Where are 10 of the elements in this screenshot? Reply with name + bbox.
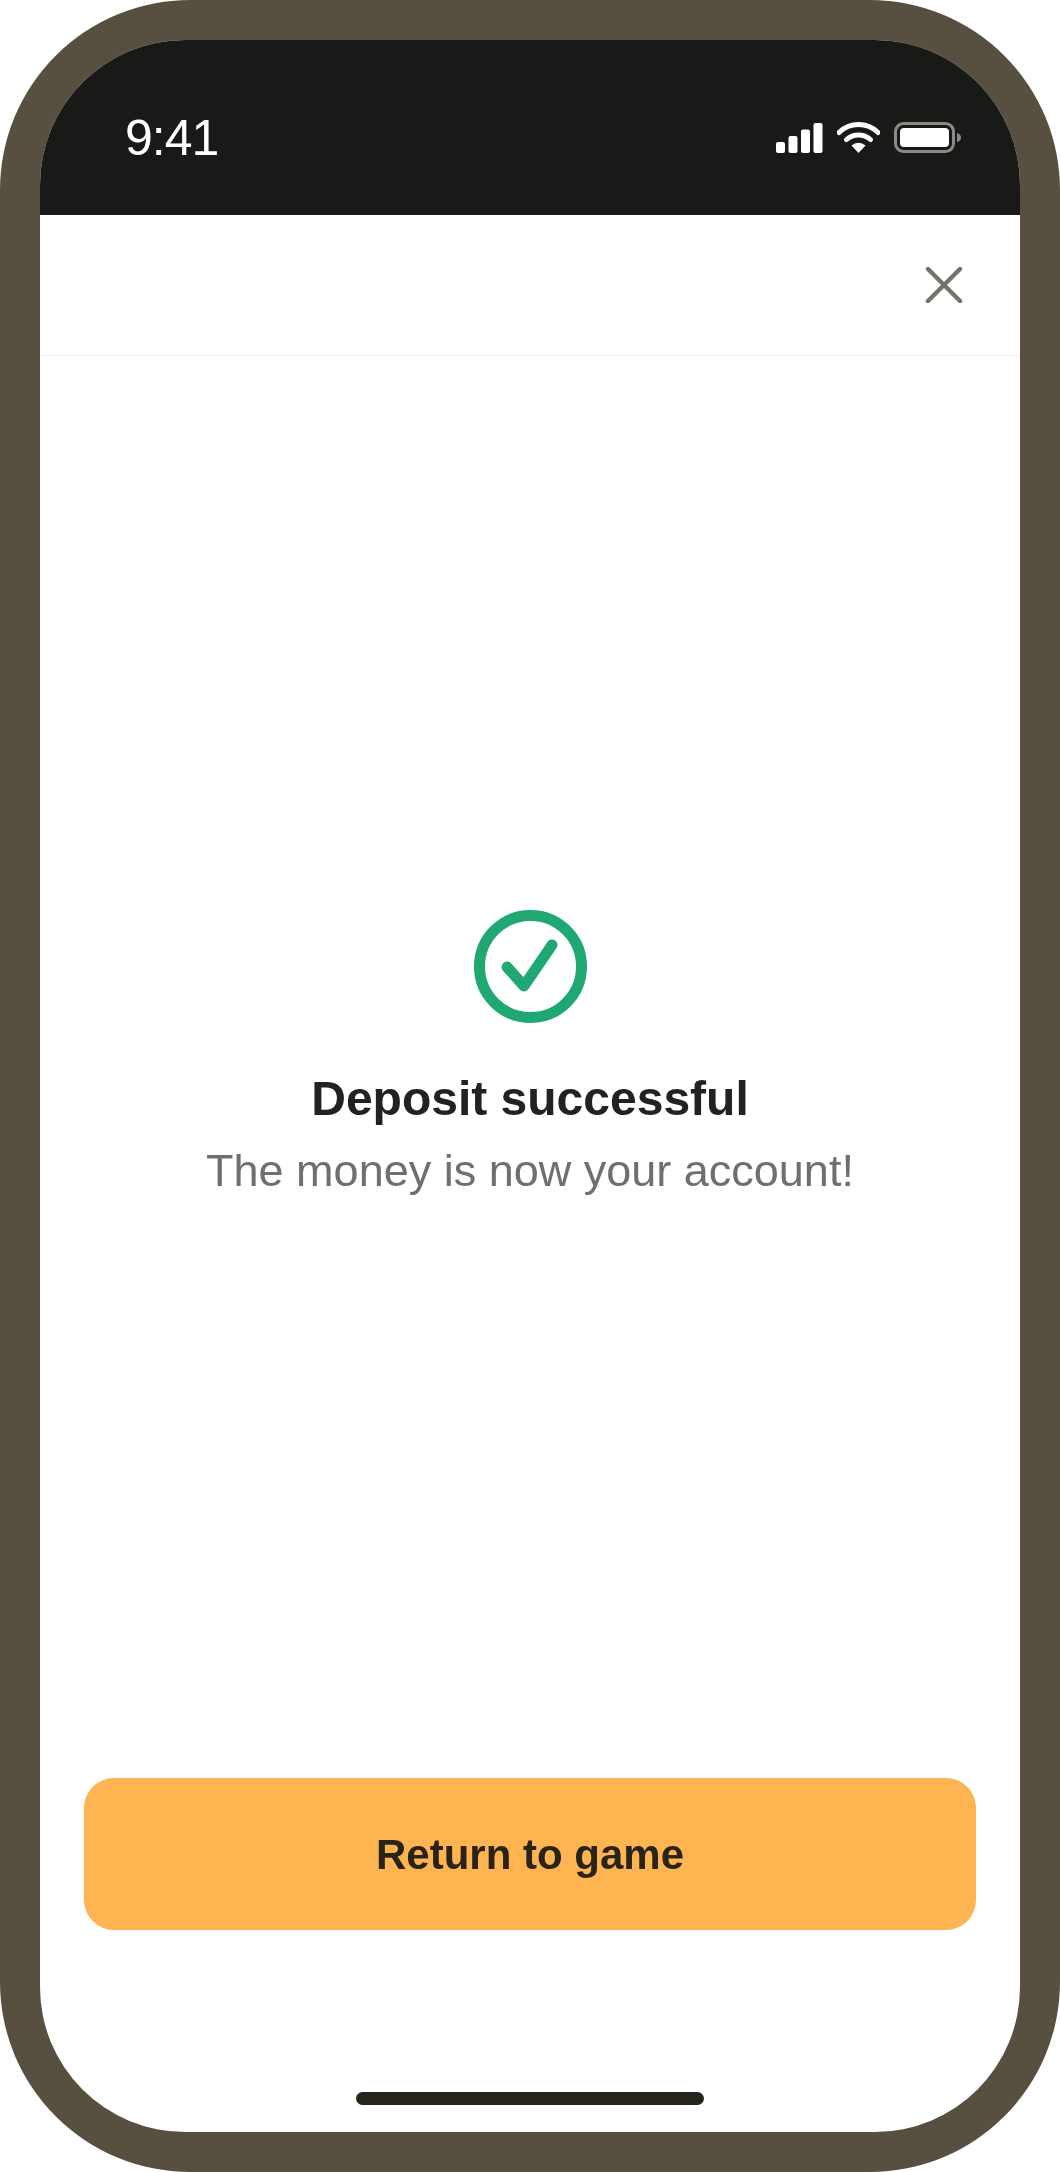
success-title: Deposit successful	[311, 1075, 749, 1123]
close-icon	[925, 267, 963, 303]
success-message: The money is now your account!	[206, 1148, 854, 1193]
status-time: 9:41	[125, 112, 219, 163]
battery-icon	[894, 122, 961, 153]
close-button[interactable]	[923, 264, 965, 306]
success-check-icon	[473, 910, 587, 1023]
wifi-icon	[837, 122, 880, 153]
signal-icon	[776, 122, 823, 153]
return-button[interactable]: Return to game	[84, 1778, 976, 1930]
